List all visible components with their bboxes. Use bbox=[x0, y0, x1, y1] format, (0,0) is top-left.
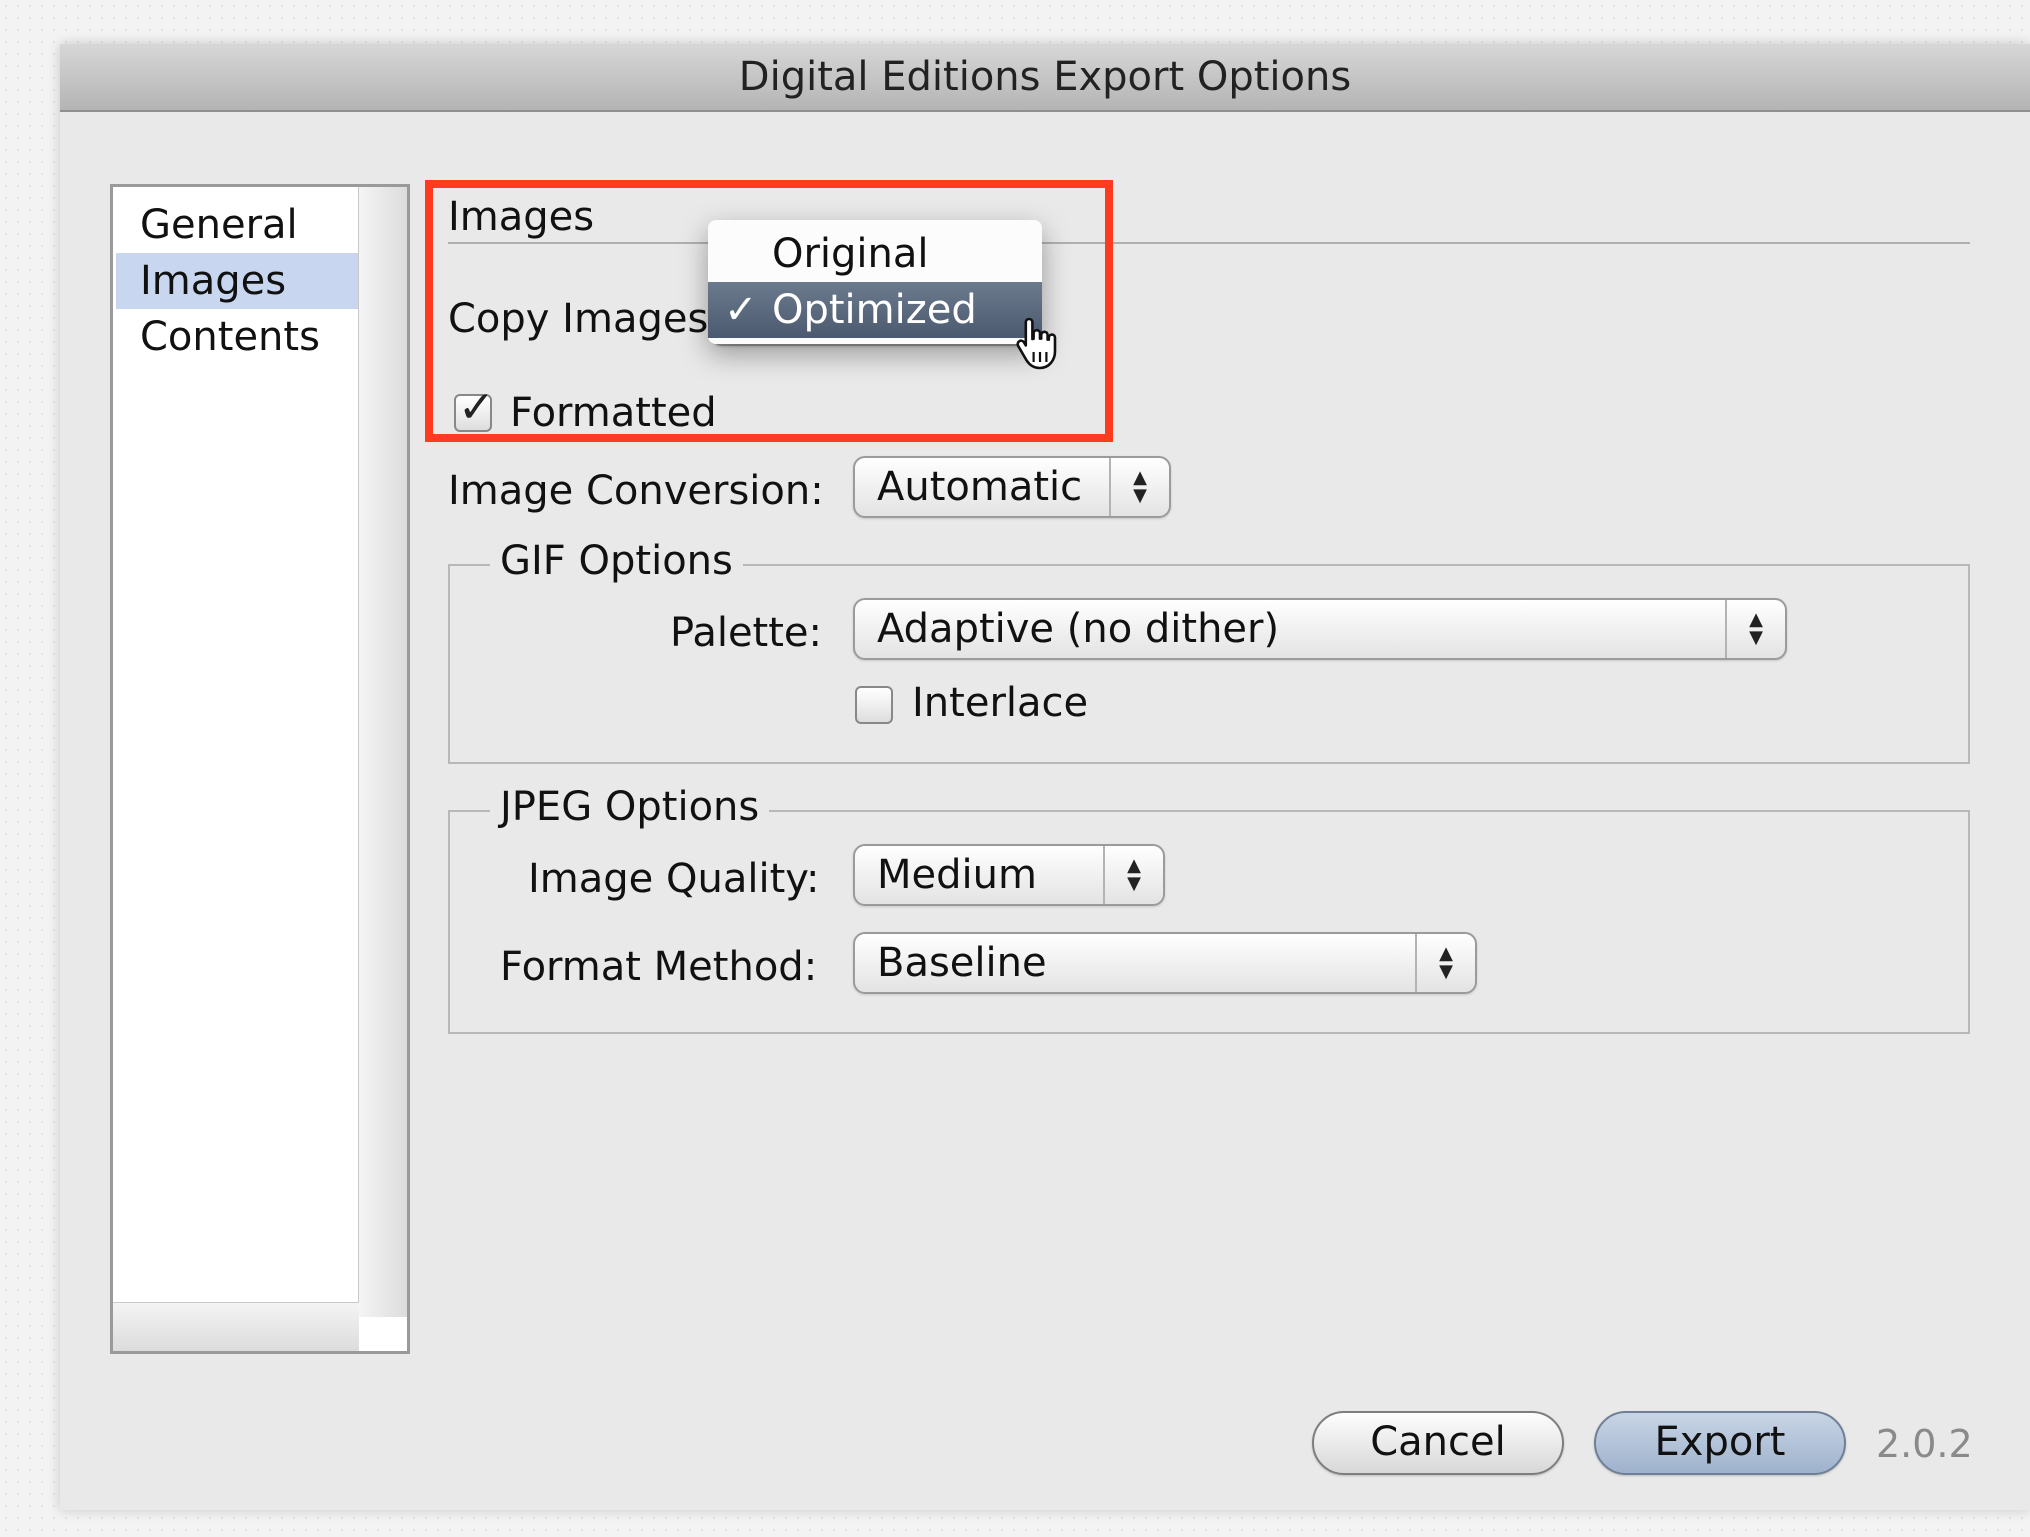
window-title: Digital Editions Export Options bbox=[738, 54, 1352, 100]
image-conversion-label: Image Conversion: bbox=[448, 468, 824, 514]
image-quality-popup[interactable]: Medium ▲ ▼ bbox=[853, 844, 1165, 906]
image-conversion-value: Automatic bbox=[877, 464, 1083, 510]
export-button[interactable]: Export bbox=[1594, 1411, 1846, 1475]
palette-value: Adaptive (no dither) bbox=[877, 606, 1280, 652]
jpeg-options-group bbox=[448, 810, 1970, 1034]
up-down-arrows-icon: ▲▼ bbox=[1109, 458, 1169, 516]
window-titlebar: Digital Editions Export Options bbox=[60, 44, 2030, 112]
cancel-button[interactable]: Cancel bbox=[1312, 1411, 1564, 1475]
image-quality-label: Image Quality: bbox=[528, 856, 820, 902]
sidebar-item-general[interactable]: General bbox=[116, 197, 359, 253]
up-down-arrows-icon: ▲▼ bbox=[1103, 846, 1163, 904]
sidebar-item-images[interactable]: Images bbox=[116, 253, 359, 309]
image-quality-value: Medium bbox=[877, 852, 1037, 898]
format-method-value: Baseline bbox=[877, 940, 1047, 986]
hand-pointer-icon bbox=[1016, 317, 1057, 370]
sidebar-item-label: General bbox=[140, 202, 298, 248]
highlight-annotation bbox=[425, 180, 1113, 442]
sidebar-item-contents[interactable]: Contents bbox=[116, 309, 359, 365]
jpeg-options-title: JPEG Options bbox=[490, 784, 770, 830]
up-down-arrows-icon: ▲▼ bbox=[1725, 600, 1785, 658]
format-method-label: Format Method: bbox=[500, 944, 818, 990]
palette-popup[interactable]: Adaptive (no dither) ▲ ▼ bbox=[853, 598, 1787, 660]
vertical-scrollbar[interactable] bbox=[358, 187, 407, 1317]
sidebar-item-label: Images bbox=[140, 258, 287, 304]
image-conversion-popup[interactable]: Automatic ▲ ▼ bbox=[853, 456, 1171, 518]
palette-label: Palette: bbox=[670, 610, 823, 656]
export-options-dialog: Digital Editions Export Options General … bbox=[60, 44, 2030, 1510]
version-label: 2.0.2 bbox=[1876, 1422, 1973, 1466]
interlace-label: Interlace bbox=[912, 680, 1089, 726]
interlace-checkbox[interactable] bbox=[855, 686, 893, 724]
sidebar-item-label: Contents bbox=[140, 314, 320, 360]
up-down-arrows-icon: ▲▼ bbox=[1415, 934, 1475, 992]
gif-options-title: GIF Options bbox=[490, 538, 743, 584]
horizontal-scrollbar[interactable] bbox=[113, 1302, 359, 1351]
gif-options-group bbox=[448, 564, 1970, 764]
format-method-popup[interactable]: Baseline ▲ ▼ bbox=[853, 932, 1477, 994]
category-list[interactable]: General Images Contents bbox=[110, 184, 410, 1354]
